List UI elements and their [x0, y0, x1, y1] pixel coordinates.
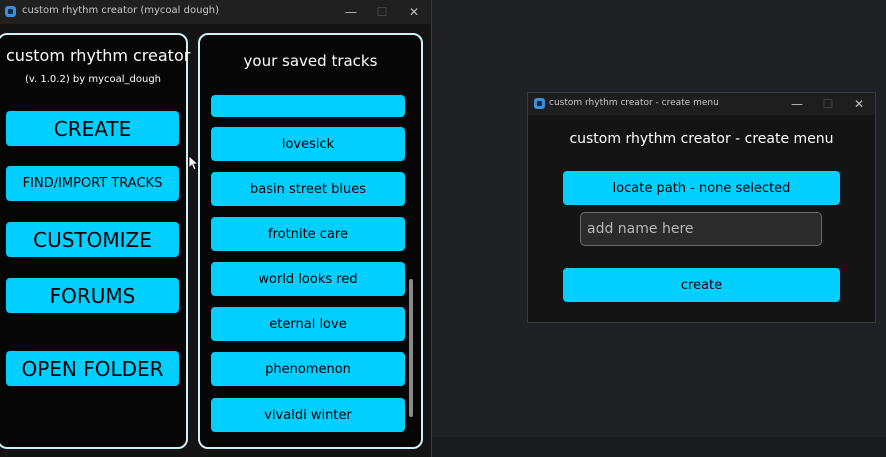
create-menu-heading: custom rhythm creator - create menu: [569, 131, 834, 147]
track-item-vivaldi-winter[interactable]: vivaldi winter: [211, 398, 405, 432]
create-track-button[interactable]: create: [563, 268, 840, 302]
minimize-icon[interactable]: —: [784, 94, 810, 114]
track-name-input[interactable]: [580, 212, 822, 246]
maximize-icon[interactable]: ☐: [815, 94, 841, 114]
minimize-icon[interactable]: —: [338, 2, 364, 22]
create-menu-titlebar[interactable]: custom rhythm creator - create menu — ☐ …: [528, 93, 875, 115]
create-menu-window: custom rhythm creator - create menu — ☐ …: [527, 92, 876, 323]
open-folder-button[interactable]: OPEN FOLDER: [6, 351, 179, 386]
close-icon[interactable]: ✕: [401, 2, 427, 22]
tracks-scrollbar[interactable]: [409, 279, 413, 417]
main-window: custom rhythm creator (mycoal dough) — ☐…: [0, 0, 432, 457]
mouse-cursor-icon: [188, 155, 198, 171]
close-icon[interactable]: ✕: [846, 94, 872, 114]
app-version: (v. 1.0.2) by mycoal_dough: [24, 74, 162, 85]
forums-button[interactable]: FORUMS: [6, 278, 179, 313]
maximize-icon[interactable]: ☐: [369, 2, 395, 22]
app-icon: [534, 98, 545, 109]
main-titlebar[interactable]: custom rhythm creator (mycoal dough) — ☐…: [0, 0, 431, 24]
main-window-title: custom rhythm creator (mycoal dough): [22, 5, 220, 16]
track-item-eternal-love[interactable]: eternal love: [211, 307, 405, 341]
customize-button[interactable]: CUSTOMIZE: [6, 222, 179, 257]
create-button[interactable]: CREATE: [6, 111, 179, 146]
track-item-basin-street-blues[interactable]: basin street blues: [211, 172, 405, 206]
find-import-tracks-button[interactable]: FIND/IMPORT TRACKS: [6, 166, 179, 201]
app-icon: [5, 6, 16, 17]
track-item-lovesick[interactable]: lovesick: [211, 127, 405, 161]
desktop-background: [432, 437, 886, 457]
app-title: custom rhythm creator: [6, 46, 191, 65]
saved-tracks-title: your saved tracks: [243, 52, 378, 70]
create-menu-window-title: custom rhythm creator - create menu: [549, 98, 719, 108]
track-item-frotnite-care[interactable]: frotnite care: [211, 217, 405, 251]
track-item-phenomenon[interactable]: phenomenon: [211, 352, 405, 386]
locate-path-button[interactable]: locate path - none selected: [563, 171, 840, 205]
track-item-world-looks-red[interactable]: world looks red: [211, 262, 405, 296]
track-item-partial[interactable]: [211, 95, 405, 117]
